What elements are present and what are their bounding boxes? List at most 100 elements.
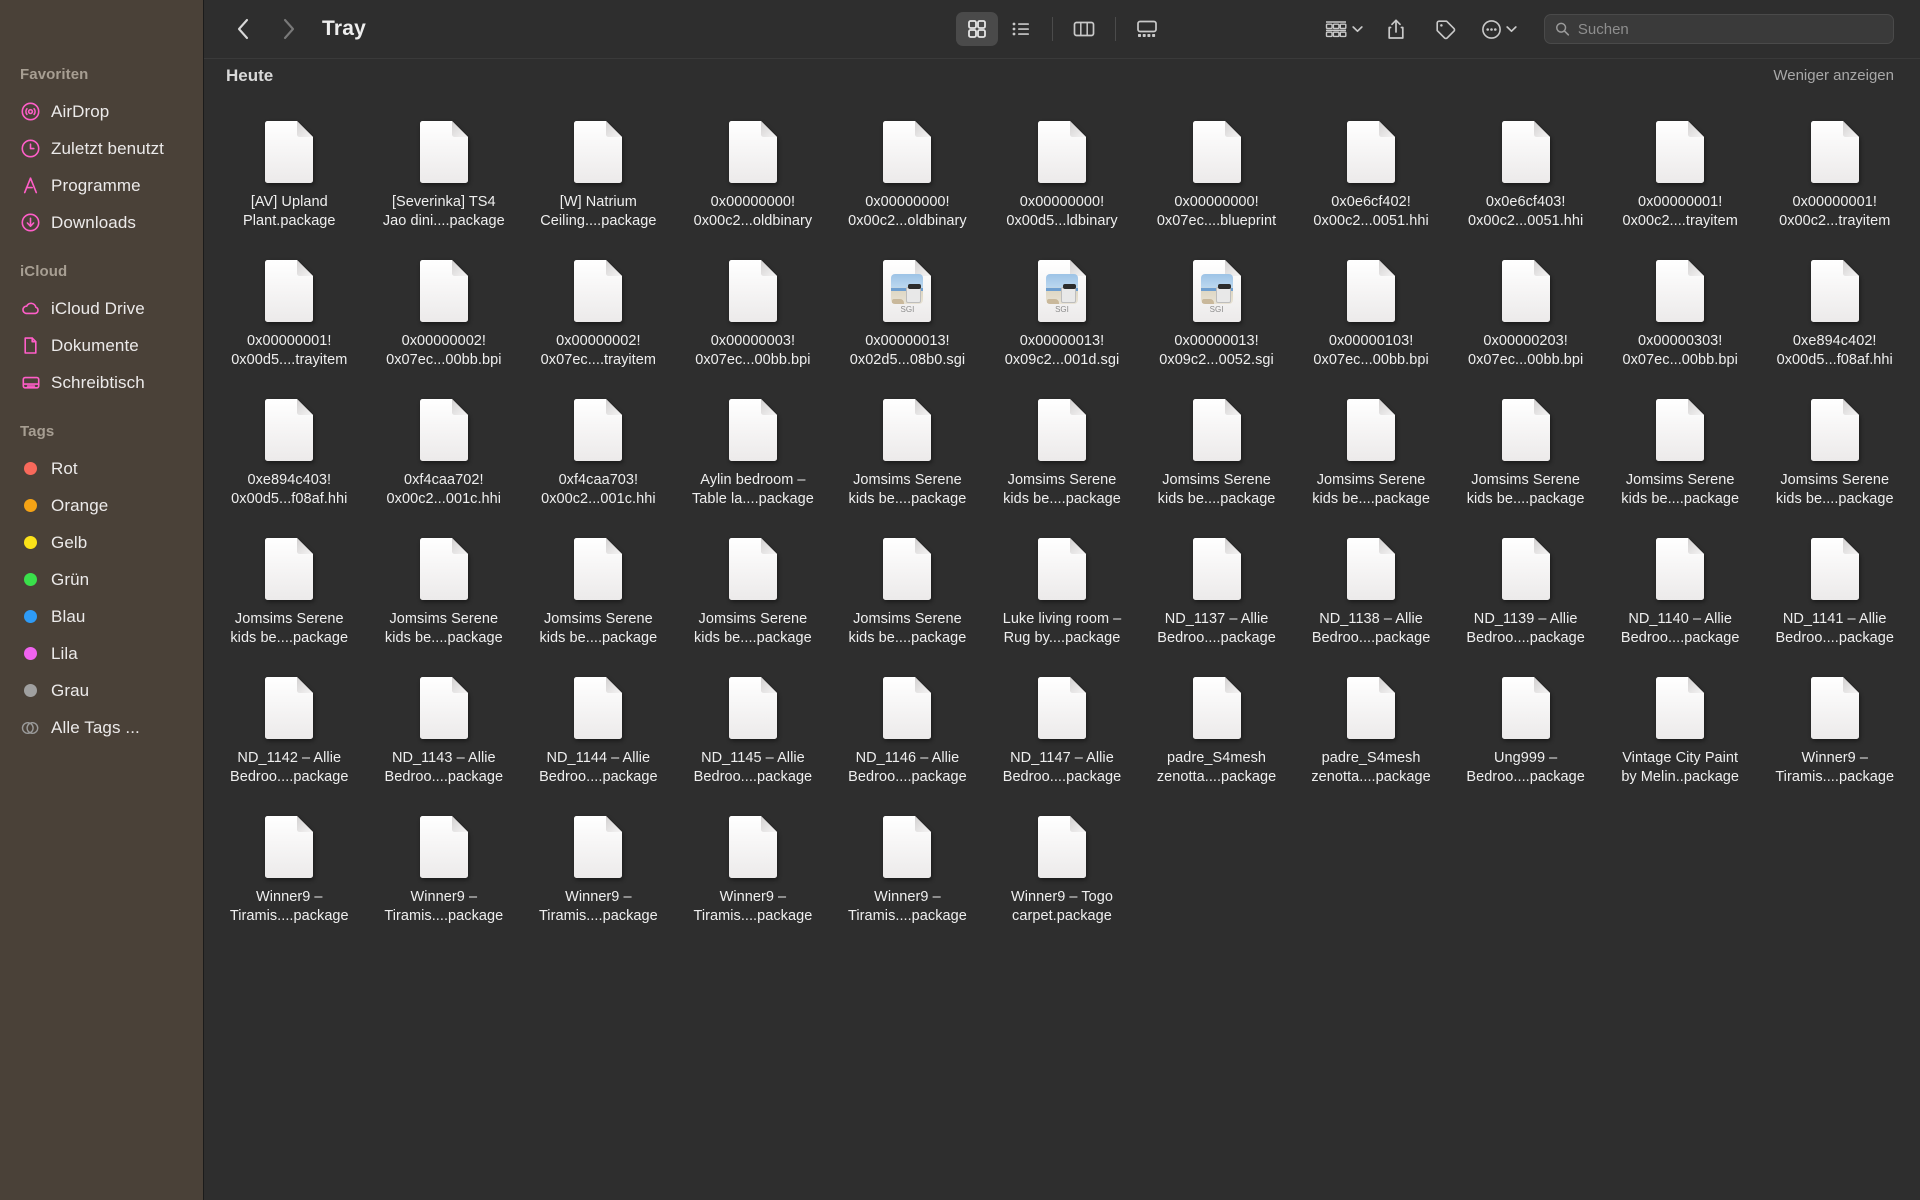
file-icon [1810,527,1860,601]
file-item[interactable]: Winner9 – Tiramis....package [830,795,985,932]
sidebar-item-label: Rot [51,458,78,478]
file-item[interactable]: 0xf4caa702! 0x00c2...001c.hhi [367,378,522,515]
file-item[interactable]: ND_1146 – Allie Bedroo....package [830,656,985,793]
document-page-icon [1656,399,1705,461]
share-button[interactable] [1372,12,1420,46]
document-page-icon [1656,677,1705,739]
file-item[interactable]: [Severinka] TS4 Jao dini....package [367,100,522,237]
file-item[interactable]: Winner9 – Togo carpet.package [985,795,1140,932]
sidebar-item-dokumente[interactable]: Dokumente [0,327,203,364]
file-item[interactable]: Jomsims Serene kids be....package [212,517,367,654]
file-item[interactable]: 0xf4caa703! 0x00c2...001c.hhi [521,378,676,515]
column-view-button[interactable] [1063,12,1105,46]
sidebar-item-icloud-drive[interactable]: iCloud Drive [0,290,203,327]
forward-button[interactable] [272,12,306,46]
file-item[interactable]: ND_1138 – Allie Bedroo....package [1294,517,1449,654]
icon-view-button[interactable] [956,12,998,46]
file-item[interactable]: Aylin bedroom – Table la....package [676,378,831,515]
file-item[interactable]: 0x00000000! 0x00d5...ldbinary [985,100,1140,237]
file-item[interactable]: 0x0e6cf403! 0x00c2...0051.hhi [1448,100,1603,237]
file-item[interactable]: ND_1145 – Allie Bedroo....package [676,656,831,793]
file-name-label: Luke living room – Rug by....package [1002,611,1122,646]
sidebar-item-zuletzt-benutzt[interactable]: Zuletzt benutzt [0,130,203,167]
sidebar-item-schreibtisch[interactable]: Schreibtisch [0,364,203,401]
file-item[interactable]: Winner9 – Tiramis....package [367,795,522,932]
file-item[interactable]: Jomsims Serene kids be....package [1294,378,1449,515]
file-item[interactable]: ND_1139 – Allie Bedroo....package [1448,517,1603,654]
list-view-button[interactable] [1000,12,1042,46]
file-item[interactable]: ND_1140 – Allie Bedroo....package [1603,517,1758,654]
file-item[interactable]: padre_S4mesh zenotta....package [1139,656,1294,793]
file-item[interactable]: ND_1141 – Allie Bedroo....package [1757,517,1912,654]
sidebar-item-programme[interactable]: Programme [0,167,203,204]
file-item[interactable]: Jomsims Serene kids be....package [1448,378,1603,515]
file-item[interactable]: 0x00000000! 0x07ec....blueprint [1139,100,1294,237]
file-item[interactable]: Jomsims Serene kids be....package [1757,378,1912,515]
file-item[interactable]: ND_1142 – Allie Bedroo....package [212,656,367,793]
sidebar-item-gelb[interactable]: Gelb [0,524,203,561]
file-item[interactable]: [W] Natrium Ceiling....package [521,100,676,237]
file-item[interactable]: 0x00000003! 0x07ec...00bb.bpi [676,239,831,376]
more-button[interactable] [1471,12,1526,46]
file-item[interactable]: Jomsims Serene kids be....package [985,378,1140,515]
file-item[interactable]: Winner9 – Tiramis....package [676,795,831,932]
tag-button[interactable] [1420,12,1471,46]
file-item[interactable]: SGI 0x00000013! 0x02d5...08b0.sgi [830,239,985,376]
file-item[interactable]: Jomsims Serene kids be....package [367,517,522,654]
file-item[interactable]: Luke living room – Rug by....package [985,517,1140,654]
file-item[interactable]: Jomsims Serene kids be....package [676,517,831,654]
file-item[interactable]: Jomsims Serene kids be....package [830,378,985,515]
file-item[interactable]: 0x00000303! 0x07ec...00bb.bpi [1603,239,1758,376]
file-item[interactable]: SGI 0x00000013! 0x09c2...001d.sgi [985,239,1140,376]
file-item[interactable]: padre_S4mesh zenotta....package [1294,656,1449,793]
file-item[interactable]: 0x00000203! 0x07ec...00bb.bpi [1448,239,1603,376]
sidebar-item-blau[interactable]: Blau [0,598,203,635]
sidebar-item-rot[interactable]: Rot [0,450,203,487]
file-item[interactable]: 0xe894c402! 0x00d5...f08af.hhi [1757,239,1912,376]
file-item[interactable]: Vintage City Paint by Melin..package [1603,656,1758,793]
file-item[interactable]: [AV] Upland Plant.package [212,100,367,237]
file-item[interactable]: ND_1137 – Allie Bedroo....package [1139,517,1294,654]
show-less-link[interactable]: Weniger anzeigen [1773,67,1894,84]
file-item[interactable]: 0x00000000! 0x00c2...oldbinary [676,100,831,237]
file-item[interactable]: 0x00000000! 0x00c2...oldbinary [830,100,985,237]
file-item[interactable]: Jomsims Serene kids be....package [521,517,676,654]
file-item[interactable]: SGI 0x00000013! 0x09c2...0052.sgi [1139,239,1294,376]
file-item[interactable]: 0x00000001! 0x00d5....trayitem [212,239,367,376]
gallery-view-button[interactable] [1126,12,1168,46]
search-field[interactable] [1544,14,1894,44]
file-item[interactable]: Ung999 – Bedroo....package [1448,656,1603,793]
file-item[interactable]: Winner9 – Tiramis....package [521,795,676,932]
file-item[interactable]: ND_1143 – Allie Bedroo....package [367,656,522,793]
sidebar-item-airdrop[interactable]: AirDrop [0,93,203,130]
file-item[interactable]: ND_1147 – Allie Bedroo....package [985,656,1140,793]
chevron-left-icon [237,18,249,40]
back-button[interactable] [226,12,260,46]
file-item[interactable]: 0x00000002! 0x07ec....trayitem [521,239,676,376]
file-item[interactable]: ND_1144 – Allie Bedroo....package [521,656,676,793]
sidebar-item-lila[interactable]: Lila [0,635,203,672]
file-item[interactable]: Jomsims Serene kids be....package [1139,378,1294,515]
file-item[interactable]: Jomsims Serene kids be....package [830,517,985,654]
file-item[interactable]: 0x00000103! 0x07ec...00bb.bpi [1294,239,1449,376]
file-item[interactable]: 0xe894c403! 0x00d5...f08af.hhi [212,378,367,515]
file-item[interactable]: 0x00000001! 0x00c2...trayitem [1757,100,1912,237]
document-file-icon [1037,815,1087,879]
document-file-icon [419,120,469,184]
file-name-label: [AV] Upland Plant.package [242,194,336,229]
file-grid-scroll[interactable]: [AV] Upland Plant.package [Severinka] TS4… [204,92,1920,1200]
file-name-label: Jomsims Serene kids be....package [1157,472,1276,507]
sidebar-item-alle-tags[interactable]: Alle Tags ... [0,709,203,746]
file-item[interactable]: Winner9 – Tiramis....package [1757,656,1912,793]
sidebar-item-downloads[interactable]: Downloads [0,204,203,241]
file-item[interactable]: 0x00000002! 0x07ec...00bb.bpi [367,239,522,376]
sidebar-item-gr-n[interactable]: Grün [0,561,203,598]
group-by-button[interactable] [1314,12,1372,46]
search-input[interactable] [1577,20,1883,38]
file-item[interactable]: Jomsims Serene kids be....package [1603,378,1758,515]
file-item[interactable]: Winner9 – Tiramis....package [212,795,367,932]
file-item[interactable]: 0x00000001! 0x00c2....trayitem [1603,100,1758,237]
sidebar-item-orange[interactable]: Orange [0,487,203,524]
sidebar-item-grau[interactable]: Grau [0,672,203,709]
file-item[interactable]: 0x0e6cf402! 0x00c2...0051.hhi [1294,100,1449,237]
